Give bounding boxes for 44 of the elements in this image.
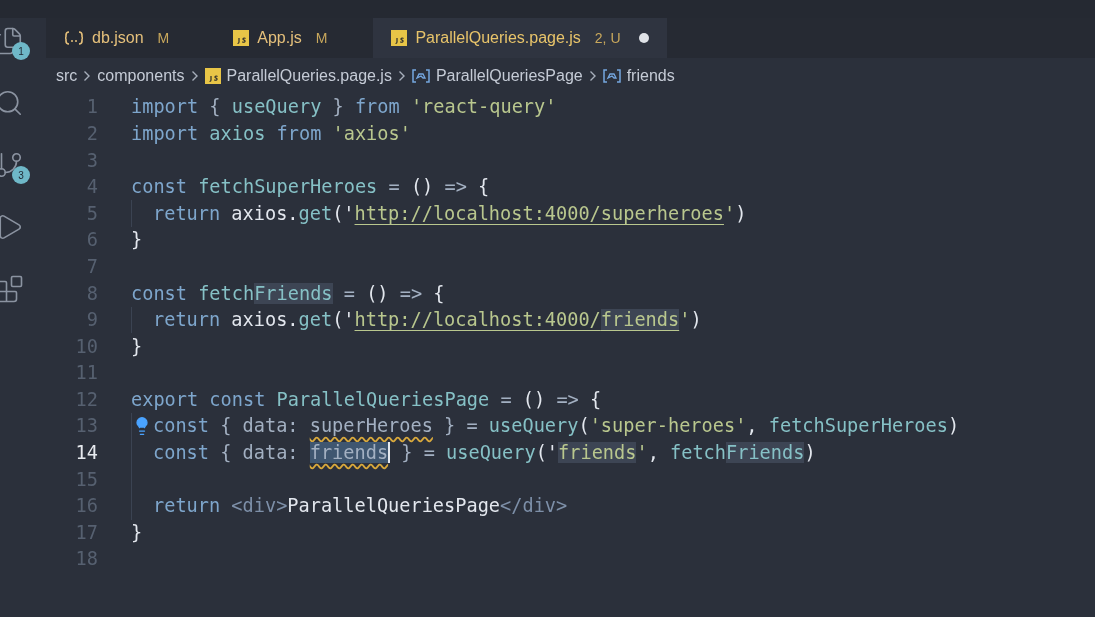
search-icon[interactable] <box>0 88 24 118</box>
code-line: } <box>131 228 143 253</box>
editor-tab[interactable]: db.json M <box>46 18 216 58</box>
chevron-icon <box>397 70 406 82</box>
tab-status: M <box>157 28 170 48</box>
braces-icon <box>64 31 84 45</box>
editor-tab[interactable]: App.js M <box>215 18 374 58</box>
breadcrumb-item[interactable]: ParallelQueriesPage <box>435 64 583 88</box>
code-line: const { data: superHeroes } = useQuery('super-heroes', fetchSuperHeroes) <box>153 414 960 439</box>
code-line: return axios.get('http://localhost:4000/superheroes') <box>153 201 747 226</box>
code-line: } <box>131 520 143 545</box>
code-line: const fetchFriends = () => { <box>131 281 445 306</box>
count-badge: 3 <box>12 166 30 184</box>
code-line: return <div>ParallelQueriesPage</div> <box>153 494 568 519</box>
tab-label: db.json <box>92 28 144 48</box>
line-number: 14 <box>74 441 98 466</box>
extensions-icon[interactable] <box>0 274 24 304</box>
symbol-icon <box>411 69 430 83</box>
code-line: const fetchSuperHeroes = () => { <box>131 175 490 200</box>
count-badge: 1 <box>12 42 30 60</box>
tab-label: App.js <box>257 28 302 48</box>
editor-tab[interactable]: ParallelQueries.page.js 2, U <box>373 18 667 58</box>
code-line: import axios from 'axios' <box>131 121 411 146</box>
js-file-icon <box>233 30 250 46</box>
code-line: import { useQuery } from 'react-query' <box>131 95 557 120</box>
chevron-icon <box>190 70 199 82</box>
tab-label: ParallelQueries.page.js <box>415 28 581 48</box>
code-line: const { data: friends } = useQuery('friends', fetchFriends) <box>153 441 816 466</box>
breadcrumb-item[interactable]: ParallelQueries.page.js <box>226 64 392 88</box>
tab-status: M <box>315 28 328 48</box>
js-file-icon <box>204 68 221 84</box>
breadcrumb-item[interactable]: src <box>56 64 78 88</box>
branch-icon[interactable] <box>0 150 24 180</box>
chevron-icon <box>588 70 597 82</box>
code-line: export const ParallelQueriesPage = () => { <box>131 387 602 412</box>
breadcrumb-item[interactable]: components <box>97 64 185 88</box>
breadcrumb-item[interactable]: friends <box>626 64 675 88</box>
tab-status: 2, U <box>594 28 621 48</box>
chevron-icon <box>83 70 92 82</box>
symbol-icon <box>602 69 621 83</box>
js-file-icon <box>391 30 408 46</box>
code-line: } <box>131 334 143 359</box>
play-icon[interactable] <box>0 212 24 242</box>
code-line: return axios.get('http://localhost:4000/friends') <box>153 308 702 333</box>
